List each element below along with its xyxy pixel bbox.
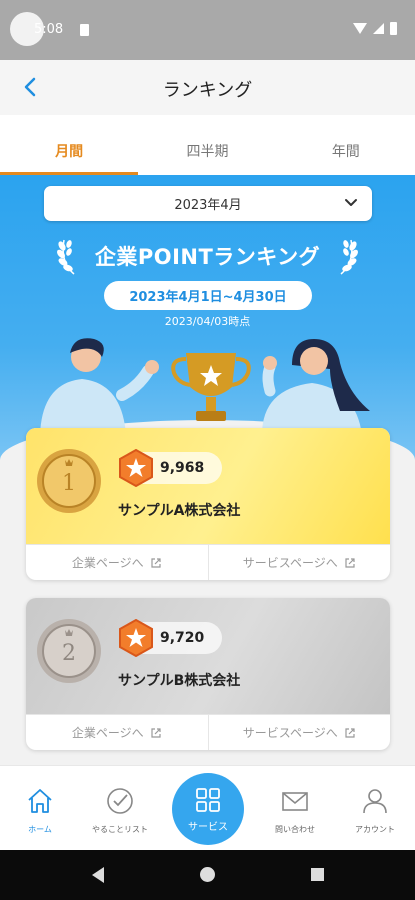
month-dropdown[interactable]: 2023年4月	[44, 186, 372, 221]
nav-todo[interactable]: やることリスト	[80, 786, 160, 835]
nav-service-label: サービス	[188, 821, 228, 833]
star-hexagon-icon	[119, 449, 153, 487]
nav-todo-label: やることリスト	[92, 825, 148, 834]
service-page-link-label: サービスページへ	[242, 726, 338, 740]
external-link-icon	[151, 557, 161, 568]
user-icon	[363, 789, 387, 814]
company-name: サンプルA株式会社	[118, 503, 241, 519]
status-bar: 5:08	[0, 0, 415, 60]
tab-monthly[interactable]: 月間	[0, 115, 139, 175]
nav-home[interactable]: ホーム	[0, 786, 80, 835]
medal-rank-number: 2	[62, 641, 76, 666]
grid-icon	[196, 787, 220, 812]
nav-home-label: ホーム	[28, 825, 52, 834]
home-icon	[28, 789, 52, 813]
status-time: 5:08	[34, 22, 64, 37]
ranking-card-2[interactable]: 2 9,720 サンプルB株式会社 企業ページへ サービスページへ	[26, 598, 390, 750]
external-link-icon	[345, 727, 355, 738]
period-tabs: 月間 四半期 年間	[0, 115, 415, 175]
check-circle-icon	[107, 788, 133, 814]
mail-icon	[282, 792, 308, 811]
service-page-link-label: サービスページへ	[242, 556, 338, 570]
system-home-icon[interactable]	[200, 867, 215, 882]
app-header: ランキング	[0, 60, 415, 115]
laurel-right-icon	[340, 239, 358, 275]
nav-account[interactable]: アカウント	[335, 786, 415, 835]
star-hexagon-icon	[119, 619, 153, 657]
service-page-link[interactable]: サービスページへ	[207, 545, 391, 580]
company-name: サンプルB株式会社	[118, 673, 241, 689]
service-page-link[interactable]: サービスページへ	[207, 715, 391, 750]
card-links: 企業ページへ サービスページへ	[26, 544, 390, 580]
silver-medal-icon: 2	[37, 619, 101, 683]
signal-icon	[373, 23, 384, 34]
tab-yearly[interactable]: 年間	[277, 115, 415, 175]
ranking-card-body: 2 9,720 サンプルB株式会社	[26, 598, 390, 714]
external-link-icon	[151, 727, 161, 738]
tab-quarterly[interactable]: 四半期	[138, 115, 276, 175]
ranking-period: 2023年4月1日~4月30日	[104, 281, 312, 310]
gold-medal-icon: 1	[37, 449, 101, 513]
company-page-link-label: 企業ページへ	[71, 556, 144, 570]
ranking-card-1[interactable]: 1 9,968 サンプルA株式会社 企業ページへ サービスページへ	[26, 428, 390, 580]
status-icons	[353, 22, 397, 35]
sim-icon	[80, 24, 89, 36]
battery-icon	[390, 22, 397, 35]
card-links: 企業ページへ サービスページへ	[26, 714, 390, 750]
month-dropdown-value: 2023年4月	[174, 198, 242, 213]
nav-service[interactable]: サービス	[172, 773, 244, 845]
company-page-link[interactable]: 企業ページへ	[26, 715, 208, 750]
system-back-icon[interactable]	[92, 867, 104, 883]
ranking-card-body: 1 9,968 サンプルA株式会社	[26, 428, 390, 544]
chevron-down-icon	[345, 199, 357, 206]
medal-rank-number: 1	[62, 471, 76, 496]
nav-contact-label: 問い合わせ	[275, 825, 315, 834]
system-nav-bar	[0, 850, 415, 900]
company-page-link-label: 企業ページへ	[71, 726, 144, 740]
wifi-icon	[353, 23, 367, 34]
as-of-date: 2023/04/03時点	[164, 315, 251, 328]
nav-contact[interactable]: 問い合わせ	[255, 786, 335, 835]
external-link-icon	[345, 557, 355, 568]
system-recents-icon[interactable]	[311, 868, 324, 881]
nav-account-label: アカウント	[355, 825, 395, 834]
page-title: ランキング	[162, 80, 253, 101]
company-page-link[interactable]: 企業ページへ	[26, 545, 208, 580]
celebration-illustration	[40, 338, 370, 435]
